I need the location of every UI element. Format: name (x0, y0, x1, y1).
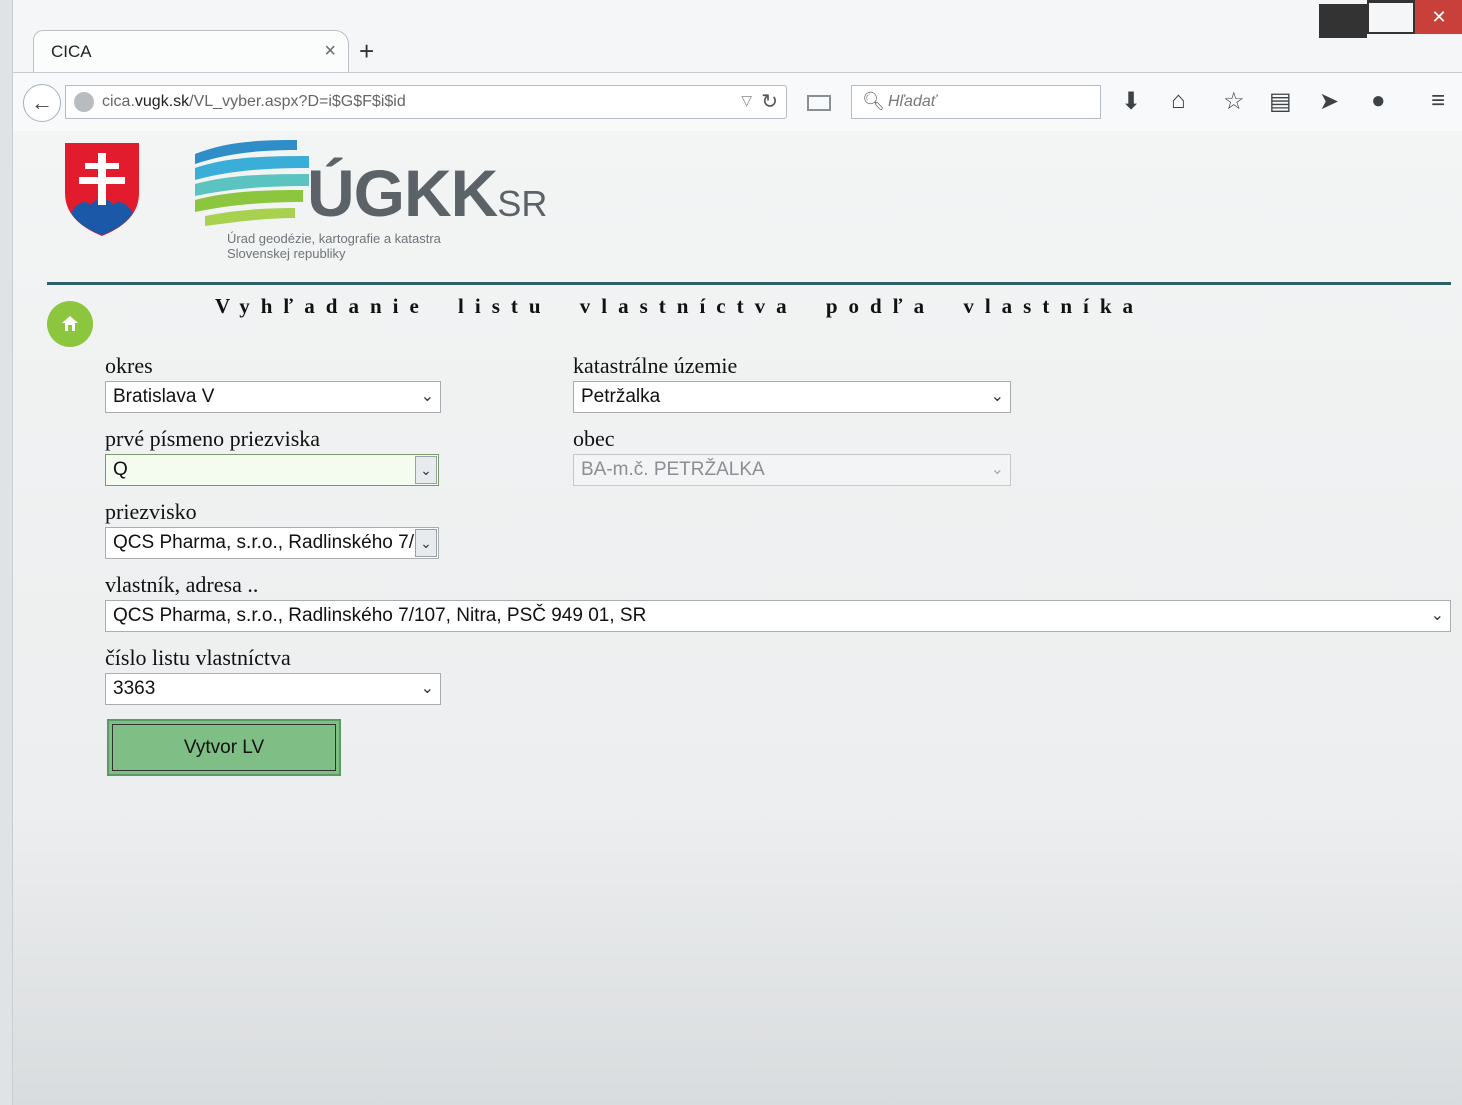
chevron-down-icon: ⌄ (990, 461, 1004, 478)
vlastnik-select[interactable]: QCS Pharma, s.r.o., Radlinského 7/107, N… (105, 600, 1451, 632)
minimize-button[interactable] (1319, 0, 1367, 38)
url-dropdown-icon[interactable]: ▽ (741, 92, 752, 109)
browser-window: ✕ CICA × + ← cica.vugk.sk/VL_vyber.aspx?… (12, 0, 1462, 1105)
page-content: ÚGKKSR Úrad geodézie, kartografie a kata… (13, 131, 1462, 1105)
chevron-down-icon: ⌄ (1430, 607, 1444, 624)
clipboard-icon[interactable]: ▤ (1269, 87, 1292, 116)
new-tab-button[interactable]: + (359, 36, 374, 67)
slovak-coat-of-arms-icon (65, 143, 139, 236)
chevron-down-icon: ⌄ (415, 456, 437, 484)
chat-icon[interactable]: ● (1371, 87, 1386, 115)
okres-label: okres (105, 353, 153, 378)
chevron-down-icon: ⌄ (415, 529, 437, 557)
prve-pismeno-select[interactable]: Q ⌄ (105, 454, 439, 486)
okres-select[interactable]: Bratislava V ⌄ (105, 381, 441, 413)
maximize-button[interactable] (1367, 0, 1415, 34)
obec-label: obec (573, 426, 615, 451)
navigation-toolbar: ← cica.vugk.sk/VL_vyber.aspx?D=i$G$F$i$i… (13, 72, 1462, 132)
prve-pismeno-value: Q (113, 459, 128, 480)
search-input[interactable]: 🔍︎ Hľadať (851, 85, 1101, 119)
address-bar[interactable]: cica.vugk.sk/VL_vyber.aspx?D=i$G$F$i$id … (65, 85, 787, 119)
header-divider (47, 282, 1451, 285)
chevron-down-icon: ⌄ (420, 388, 434, 405)
vlastnik-label: vlastník, adresa .. (105, 572, 259, 597)
reader-mail-icon[interactable] (807, 95, 831, 111)
tab-close-icon[interactable]: × (324, 40, 336, 63)
tab-title: CICA (51, 42, 92, 61)
search-icon: 🔍︎ (862, 91, 885, 111)
minimize-icon (1319, 4, 1367, 38)
katastralne-uzemie-label: katastrálne územie (573, 353, 738, 378)
katastralne-uzemie-select[interactable]: Petržalka ⌄ (573, 381, 1011, 413)
okres-value: Bratislava V (113, 386, 215, 407)
back-button[interactable]: ← (23, 84, 61, 122)
vytvor-lv-button[interactable]: Vytvor LV (107, 719, 341, 776)
priezvisko-label: priezvisko (105, 499, 197, 524)
send-icon[interactable]: ➤ (1319, 87, 1339, 116)
ugkk-logo-text: ÚGKKSR (307, 156, 548, 230)
priezvisko-select[interactable]: QCS Pharma, s.r.o., Radlinského 7/ ⌄ (105, 527, 439, 559)
cislo-lv-label: číslo listu vlastníctva (105, 645, 291, 670)
url-text: cica.vugk.sk/VL_vyber.aspx?D=i$G$F$i$id (102, 93, 406, 110)
priezvisko-value: QCS Pharma, s.r.o., Radlinského 7/ (113, 532, 414, 553)
maximize-icon (1367, 0, 1415, 34)
katastralne-uzemie-value: Petržalka (581, 386, 661, 407)
close-window-button[interactable]: ✕ (1415, 0, 1462, 34)
cislo-lv-value: 3363 (113, 678, 156, 699)
window-controls: ✕ (1319, 0, 1462, 38)
download-icon[interactable]: ⬇ (1121, 87, 1141, 116)
obec-select: BA-m.č. PETRŽALKA ⌄ (573, 454, 1011, 486)
obec-value: BA-m.č. PETRŽALKA (581, 459, 765, 480)
home-icon (62, 316, 78, 331)
vlastnik-value: QCS Pharma, s.r.o., Radlinského 7/107, N… (113, 605, 647, 626)
home-icon[interactable]: ⌂ (1171, 87, 1186, 115)
browser-tab[interactable]: CICA × (33, 30, 349, 72)
menu-icon[interactable]: ≡ (1431, 87, 1445, 115)
globe-icon (74, 92, 94, 112)
reload-icon[interactable]: ↻ (761, 89, 778, 114)
home-button[interactable] (47, 301, 93, 347)
chevron-down-icon: ⌄ (990, 388, 1004, 405)
cislo-lv-select[interactable]: 3363 ⌄ (105, 673, 441, 705)
page-title: Vyhľadanie listu vlastníctva podľa vlast… (215, 294, 1145, 318)
back-arrow-icon: ← (31, 90, 53, 115)
chevron-down-icon: ⌄ (420, 680, 434, 697)
bookmark-star-icon[interactable]: ☆ (1223, 87, 1245, 116)
prve-pismeno-label: prvé písmeno priezviska (105, 426, 321, 451)
logo-subtitle: Úrad geodézie, kartografie a katastra Sl… (227, 231, 441, 261)
search-placeholder: Hľadať (888, 93, 937, 110)
